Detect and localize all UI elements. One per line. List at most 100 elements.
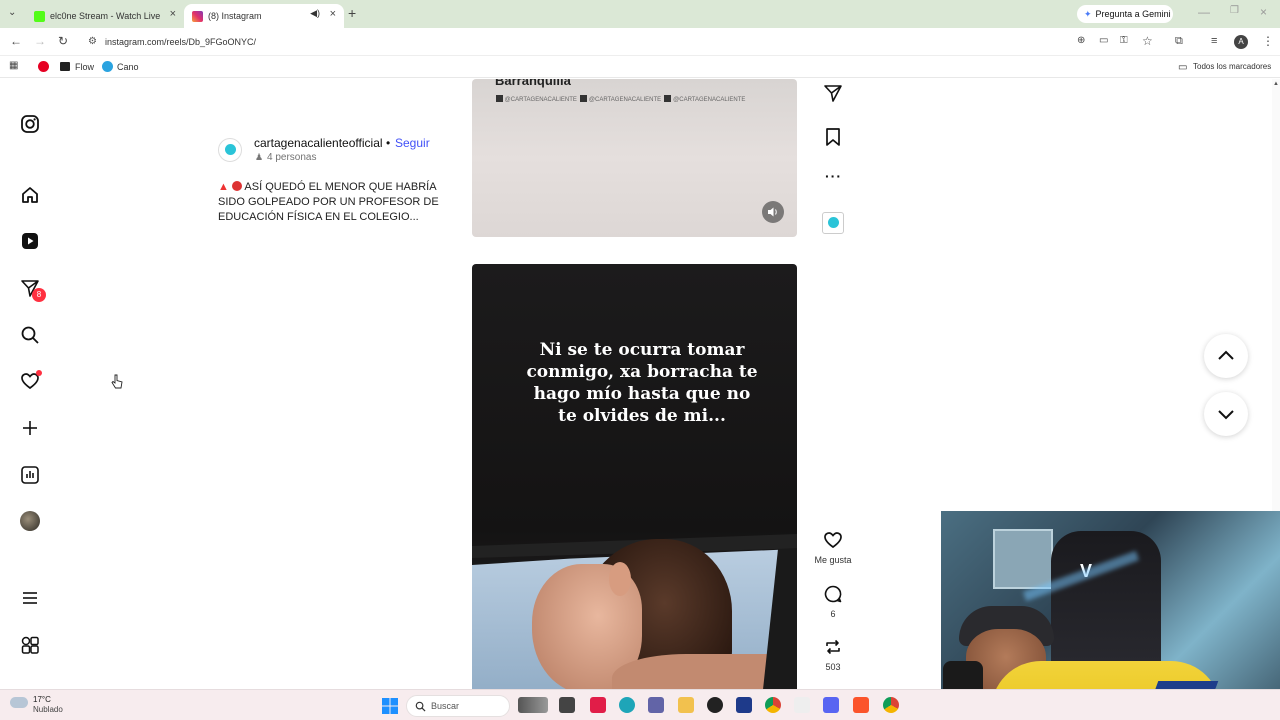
unknown-app-icon[interactable]: [794, 697, 810, 713]
post-caption: ▲ ASÍ QUEDÓ EL MENOR QUE HABRÍA SIDO GOL…: [218, 180, 450, 225]
comments-count[interactable]: 6: [800, 609, 866, 619]
folder-icon: ▭: [1178, 62, 1188, 73]
reel-video-2[interactable]: Ni se te ocurra tomar conmigo, xa borrac…: [472, 264, 797, 689]
likes-label[interactable]: Me gusta: [800, 555, 866, 565]
follow-button[interactable]: Seguir: [395, 136, 430, 150]
weather-desc: Nublado: [33, 705, 63, 714]
back-icon[interactable]: ←: [10, 35, 22, 47]
start-button[interactable]: [382, 698, 398, 714]
reload-icon[interactable]: ↻: [58, 35, 68, 47]
author-username[interactable]: cartagenacalienteofficial: [254, 136, 383, 150]
dashboard-icon[interactable]: [20, 465, 40, 485]
forward-icon[interactable]: →: [34, 35, 46, 47]
store-app-icon[interactable]: [736, 697, 752, 713]
home-icon[interactable]: [20, 185, 40, 205]
discord-app-icon[interactable]: [823, 697, 839, 713]
cast-icon[interactable]: ▭: [1099, 36, 1108, 46]
zoom-icon[interactable]: ⊕: [1077, 36, 1085, 46]
author-avatar-logo-icon: [225, 144, 236, 155]
tab-kick-stream[interactable]: elc0ne Stream - Watch Live on K ×: [26, 4, 184, 28]
kick-favicon: [34, 10, 45, 22]
facebook-icon: [496, 95, 503, 102]
mute-button[interactable]: [762, 201, 784, 223]
watermark-row: @CARTAGENACALIENTE @CARTAGENACALIENTE @C…: [496, 95, 745, 103]
password-icon[interactable]: ⚿: [1120, 36, 1128, 46]
extensions-icon[interactable]: ⧉: [1175, 36, 1183, 47]
reels-icon[interactable]: [20, 231, 40, 251]
close-window-icon[interactable]: ×: [1260, 6, 1267, 18]
browser-tab-strip: ⌄ elc0ne Stream - Watch Live on K × (8) …: [0, 0, 1280, 28]
bookmark-cano[interactable]: Cano: [117, 62, 139, 72]
apps-icon[interactable]: ▦: [9, 61, 18, 71]
speaker-icon: [768, 207, 777, 217]
like-icon[interactable]: [823, 530, 843, 550]
restore-icon[interactable]: ❐: [1230, 6, 1239, 16]
repost-icon[interactable]: [823, 637, 843, 657]
telegram-icon: [102, 61, 113, 72]
scroll-up-arrow-icon[interactable]: ▲: [1273, 81, 1279, 87]
reel-video-1[interactable]: Barranquilla @CARTAGENACALIENTE @CARTAGE…: [472, 79, 797, 237]
reposts-count[interactable]: 503: [800, 662, 866, 672]
weather-temp: 17°C: [33, 695, 51, 704]
tab-instagram[interactable]: (8) Instagram ◀) ×: [184, 4, 344, 28]
edge-app-icon[interactable]: [619, 697, 635, 713]
share-icon[interactable]: [823, 83, 843, 103]
menu-icon[interactable]: ⋮: [1262, 35, 1274, 47]
chrome-app-icon[interactable]: [765, 697, 781, 713]
next-reel-button[interactable]: [1204, 392, 1248, 436]
speaker-icon[interactable]: ◀): [310, 8, 320, 19]
weather-widget[interactable]: 17°C Nublado: [10, 695, 90, 717]
reading-list-icon[interactable]: ≡: [1211, 36, 1217, 47]
profile-avatar[interactable]: A: [1234, 35, 1248, 49]
teams-app-icon[interactable]: [648, 697, 664, 713]
tiktok-app-icon[interactable]: [590, 697, 606, 713]
video-overlay-text: Ni se te ocurra tomar conmigo, xa borrac…: [526, 340, 758, 426]
gemini-icon: ✦: [1084, 8, 1092, 19]
instagram-logo-icon[interactable]: [20, 114, 40, 134]
url-text[interactable]: instagram.com/reels/Db_9FGoONYC/: [105, 37, 256, 47]
task-view-icon[interactable]: [559, 697, 575, 713]
address-toolbar: ← → ↻ ⚙ instagram.com/reels/Db_9FGoONYC/…: [0, 28, 1280, 56]
person-ear: [609, 562, 631, 596]
audio-thumbnail[interactable]: [822, 212, 844, 234]
profile-avatar[interactable]: [20, 511, 40, 531]
pinterest-icon[interactable]: [38, 61, 49, 72]
collab-people[interactable]: 4 personas: [267, 152, 316, 163]
video-title-overlay: Barranquilla: [495, 79, 571, 88]
bookmark-star-icon[interactable]: ☆: [1142, 35, 1153, 47]
obs-app-icon[interactable]: [707, 697, 723, 713]
more-menu-icon[interactable]: [20, 588, 40, 608]
site-info-icon[interactable]: ⚙: [88, 36, 97, 47]
previous-reel-button[interactable]: [1204, 334, 1248, 378]
cloud-icon: [10, 697, 28, 708]
bookmark-flow[interactable]: Flow: [75, 62, 94, 72]
save-icon[interactable]: [823, 127, 843, 147]
widgets-app-icon[interactable]: [518, 697, 548, 713]
new-tab-button[interactable]: +: [348, 6, 356, 20]
people-icon: ♟: [255, 152, 264, 162]
more-options-icon[interactable]: ···: [825, 168, 842, 184]
search-icon: [415, 701, 426, 712]
all-bookmarks-folder[interactable]: Todos los marcadores: [1193, 62, 1271, 71]
tab-search-icon[interactable]: ⌄: [8, 8, 16, 18]
search-icon[interactable]: [20, 325, 40, 345]
file-explorer-icon[interactable]: [678, 697, 694, 713]
taskbar-search[interactable]: Buscar: [406, 695, 510, 717]
author-avatar[interactable]: [218, 138, 242, 162]
audio-logo-icon: [828, 217, 839, 228]
shelf: [993, 529, 1053, 589]
also-from-meta-icon[interactable]: [20, 635, 40, 655]
search-placeholder: Buscar: [431, 701, 460, 711]
omnibox[interactable]: ⚙ instagram.com/reels/Db_9FGoONYC/: [80, 32, 1170, 52]
chrome-profile-app-icon[interactable]: [883, 697, 899, 713]
minimize-icon[interactable]: —: [1198, 6, 1210, 18]
close-icon[interactable]: ×: [330, 8, 336, 20]
gemini-button[interactable]: ✦ Pregunta a Gemini: [1077, 5, 1173, 23]
notification-badge: 8: [32, 288, 46, 302]
close-icon[interactable]: ×: [170, 8, 176, 20]
caption-text[interactable]: ASÍ QUEDÓ EL MENOR QUE HABRÍA SIDO GOLPE…: [218, 181, 439, 223]
comment-icon[interactable]: [823, 584, 843, 604]
chevron-down-icon: [1218, 410, 1234, 420]
brave-app-icon[interactable]: [853, 697, 869, 713]
create-icon[interactable]: [20, 418, 40, 438]
